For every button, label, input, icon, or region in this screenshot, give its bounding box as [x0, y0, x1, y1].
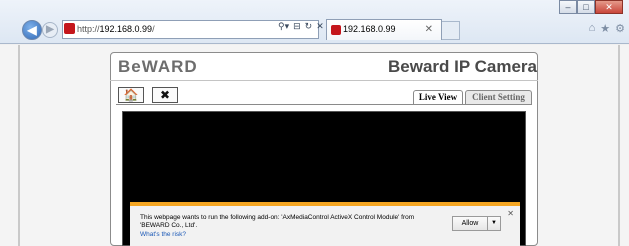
notification-message: This webpage wants to run the following …	[140, 214, 415, 229]
compatibility-icon[interactable]: ⊟	[293, 21, 301, 32]
home-icon[interactable]: ⌂	[589, 22, 596, 35]
allow-button[interactable]: Allow	[452, 216, 488, 231]
browser-right-icons: ⌂ ★ ⚙	[589, 22, 625, 35]
favorites-icon[interactable]: ★	[600, 22, 610, 35]
page-title: Beward IP Camera	[388, 57, 537, 76]
tab-title: 192.168.0.99	[343, 24, 396, 34]
close-window-button[interactable]: ✕	[595, 0, 623, 14]
address-scheme: http://	[77, 24, 100, 34]
new-tab-button[interactable]	[442, 21, 460, 40]
stop-icon[interactable]: ✕	[316, 21, 324, 32]
maximize-button[interactable]: □	[577, 0, 595, 14]
notification-close-icon[interactable]: ✕	[507, 209, 514, 218]
tab-client-setting[interactable]: Client Setting	[465, 90, 532, 104]
window-controls: – □ ✕	[559, 0, 623, 14]
address-path: /	[152, 24, 155, 34]
address-tools: ⚲▾ ⊟ ↻ ✕	[278, 21, 324, 32]
tab-favicon-icon	[331, 25, 341, 35]
back-button[interactable]: ◀	[22, 20, 42, 40]
browser-tab[interactable]: 192.168.0.99 ✕	[326, 19, 442, 40]
refresh-icon[interactable]: ↻	[305, 21, 313, 32]
address-host: 192.168.0.99	[99, 24, 153, 34]
whats-the-risk-link[interactable]: What's the risk?	[140, 231, 186, 238]
home-button[interactable]: 🏠	[118, 87, 144, 103]
browser-chrome: – □ ✕ ◀ ▶ http://192.168.0.99/ ⚲▾ ⊟ ↻ ✕ …	[0, 0, 629, 44]
minimize-button[interactable]: –	[559, 0, 577, 14]
tab-underline	[116, 104, 532, 105]
settings-gear-icon[interactable]: ⚙	[615, 22, 625, 35]
beward-logo: BeWARD	[118, 57, 198, 76]
right-frame-line	[618, 45, 620, 246]
forward-button[interactable]: ▶	[42, 22, 58, 38]
activex-notification-bar: This webpage wants to run the following …	[130, 202, 520, 246]
allow-dropdown-button[interactable]: ▼	[488, 216, 501, 231]
left-frame-line	[18, 45, 20, 246]
tools-button[interactable]: ✖	[152, 87, 178, 103]
search-dropdown-icon[interactable]: ⚲▾	[278, 21, 289, 32]
house-icon: 🏠	[123, 88, 139, 102]
site-favicon-icon	[64, 23, 75, 34]
header-divider	[110, 80, 538, 81]
tab-close-icon[interactable]: ✕	[425, 20, 433, 39]
tab-live-view[interactable]: Live View	[413, 90, 463, 104]
tools-icon: ✖	[159, 88, 171, 102]
